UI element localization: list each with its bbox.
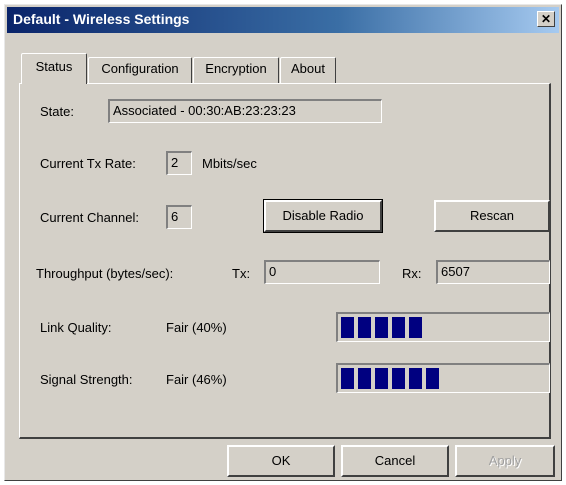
- rx-label: Rx:: [402, 266, 422, 281]
- apply-label: Apply: [488, 453, 522, 468]
- signal-strength-segment: [409, 368, 422, 389]
- state-field: Associated - 00:30:AB:23:23:23: [108, 99, 382, 123]
- tx-rate-label: Current Tx Rate:: [40, 156, 136, 171]
- cancel-label: Cancel: [374, 453, 416, 468]
- link-quality-segment: [341, 317, 354, 338]
- rx-field: 6507: [436, 260, 550, 284]
- link-quality-value: Fair (40%): [166, 320, 227, 335]
- title-bar[interactable]: Default - Wireless Settings ✕: [7, 7, 559, 33]
- signal-strength-label: Signal Strength:: [40, 372, 133, 387]
- tx-label: Tx:: [232, 266, 251, 281]
- status-panel: State: Associated - 00:30:AB:23:23:23 Cu…: [19, 83, 551, 439]
- disable-radio-button[interactable]: Disable Radio: [263, 199, 383, 233]
- tab-status[interactable]: Status: [21, 53, 87, 84]
- state-label: State:: [40, 104, 74, 119]
- disable-radio-label: Disable Radio: [282, 208, 364, 223]
- throughput-label: Throughput (bytes/sec):: [36, 266, 174, 281]
- link-quality-meter: [336, 312, 550, 342]
- cancel-button[interactable]: Cancel: [341, 445, 449, 477]
- tab-configuration[interactable]: Configuration: [88, 57, 192, 83]
- rescan-label: Rescan: [469, 208, 515, 223]
- link-quality-segment: [409, 317, 422, 338]
- signal-strength-meter: [336, 363, 550, 393]
- close-icon[interactable]: ✕: [537, 11, 555, 27]
- tx-rate-field: 2: [166, 151, 192, 175]
- ok-button[interactable]: OK: [227, 445, 335, 477]
- signal-strength-segment: [358, 368, 371, 389]
- link-quality-label: Link Quality:: [40, 320, 112, 335]
- apply-button[interactable]: Apply: [455, 445, 555, 477]
- channel-label: Current Channel:: [40, 210, 139, 225]
- link-quality-segment: [358, 317, 371, 338]
- signal-strength-segment: [426, 368, 439, 389]
- link-quality-segment: [375, 317, 388, 338]
- signal-strength-segment: [392, 368, 405, 389]
- signal-strength-segment: [341, 368, 354, 389]
- channel-field: 6: [166, 205, 192, 229]
- rescan-button[interactable]: Rescan: [434, 200, 550, 232]
- signal-strength-value: Fair (46%): [166, 372, 227, 387]
- tab-about[interactable]: About: [280, 57, 336, 83]
- tab-encryption[interactable]: Encryption: [193, 57, 279, 83]
- tx-rate-unit: Mbits/sec: [202, 156, 257, 171]
- tx-field: 0: [264, 260, 380, 284]
- window-title: Default - Wireless Settings: [13, 11, 190, 27]
- wireless-settings-window: Default - Wireless Settings ✕ Status Con…: [4, 4, 562, 481]
- link-quality-segment: [392, 317, 405, 338]
- signal-strength-segment: [375, 368, 388, 389]
- ok-label: OK: [271, 453, 291, 468]
